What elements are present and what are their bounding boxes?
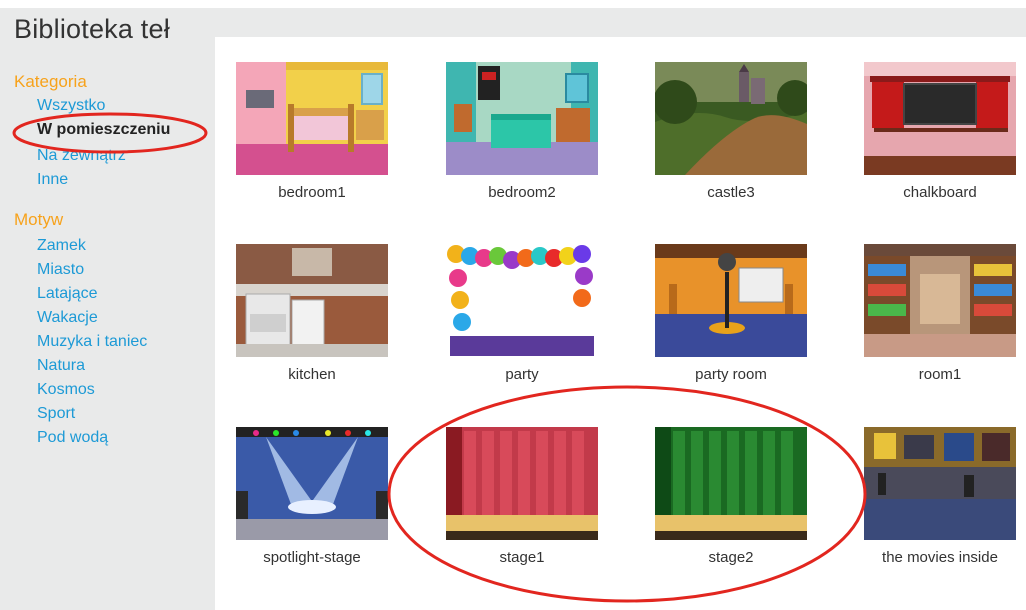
category-other[interactable]: Inne [37,171,68,189]
stage2-thumbnail [655,427,807,540]
castle3-thumbnail [655,62,807,175]
theme-underwater[interactable]: Pod wodą [37,429,108,447]
theme-nature[interactable]: Natura [37,357,85,375]
chalkboard-thumbnail [864,62,1016,175]
party-room-thumbnail [655,244,807,357]
theme-flying[interactable]: Latające [37,285,98,303]
theme-sports[interactable]: Sport [37,405,75,423]
theme-heading: Motyw [14,210,64,229]
backdrop-name: stage2 [708,549,754,566]
page-title: Biblioteka teł [14,14,170,44]
category-outdoors[interactable]: Na zewnątrz [37,147,126,165]
bedroom1-thumbnail [236,62,388,175]
theme-space[interactable]: Kosmos [37,381,95,399]
backdrop-name: stage1 [499,549,545,566]
backdrop-name: bedroom2 [488,184,556,201]
backdrop-name: party [505,366,539,383]
theme-music-dance[interactable]: Muzyka i taniec [37,333,147,351]
backdrop-name: the movies inside [882,549,998,566]
party-thumbnail [446,244,598,357]
kitchen-thumbnail [236,244,388,357]
backdrop-name: room1 [918,366,962,383]
stage1-thumbnail [446,427,598,540]
backdrop-name: castle3 [707,184,755,201]
theme-castle[interactable]: Zamek [37,237,86,255]
backdrop-name: kitchen [288,366,336,383]
backdrop-name: spotlight-stage [263,549,361,566]
category-heading: Kategoria [14,72,87,91]
backdrop-name: chalkboard [903,184,977,201]
bedroom2-thumbnail [446,62,598,175]
backdrop-name: bedroom1 [278,184,346,201]
category-indoors[interactable]: W pomieszczeniu [37,121,170,139]
room1-thumbnail [864,244,1016,357]
theme-city[interactable]: Miasto [37,261,84,279]
backdrop-name: party room [695,366,767,383]
the-movies-inside-thumbnail [864,427,1016,540]
theme-holiday[interactable]: Wakacje [37,309,98,327]
spotlight-stage-thumbnail [236,427,388,540]
category-all[interactable]: Wszystko [37,97,105,115]
